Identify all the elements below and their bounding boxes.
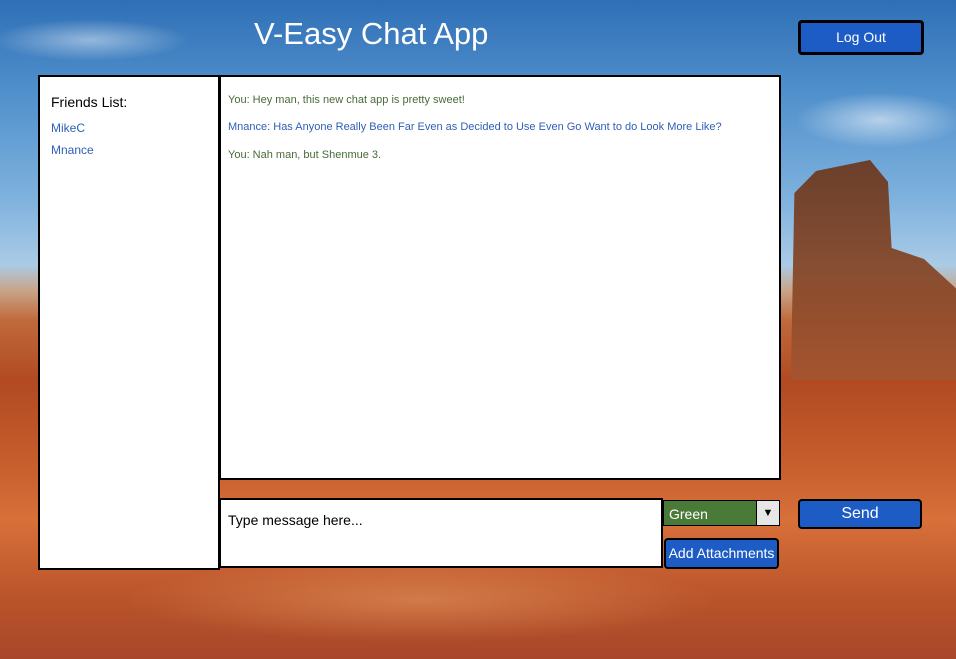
chat-message: Mnance: Has Anyone Really Been Far Even … [228,121,722,133]
text-color-select-value: Green [669,506,708,522]
message-input[interactable] [221,500,661,566]
background-butte [790,160,956,380]
friends-heading: Friends List: [51,94,128,110]
add-attachments-button[interactable]: Add Attachments [664,538,779,569]
app-background: V-Easy Chat App Log Out Friends List: Mi… [0,0,956,659]
app-title: V-Easy Chat App [254,16,489,51]
chat-log: You: Hey man, this new chat app is prett… [219,75,781,480]
background-ground [0,560,956,659]
friends-panel: Friends List: MikeC Mnance [38,75,220,570]
logout-button[interactable]: Log Out [798,20,924,55]
message-input-box [219,498,663,568]
chat-message: You: Hey man, this new chat app is prett… [228,94,465,106]
text-color-select[interactable]: Green ▼ [663,500,780,526]
chevron-down-icon[interactable]: ▼ [756,501,779,525]
chat-message: You: Nah man, but Shenmue 3. [228,149,382,161]
friend-item-mnance[interactable]: Mnance [51,143,94,157]
send-button[interactable]: Send [798,499,922,529]
friend-item-mikec[interactable]: MikeC [51,121,85,135]
